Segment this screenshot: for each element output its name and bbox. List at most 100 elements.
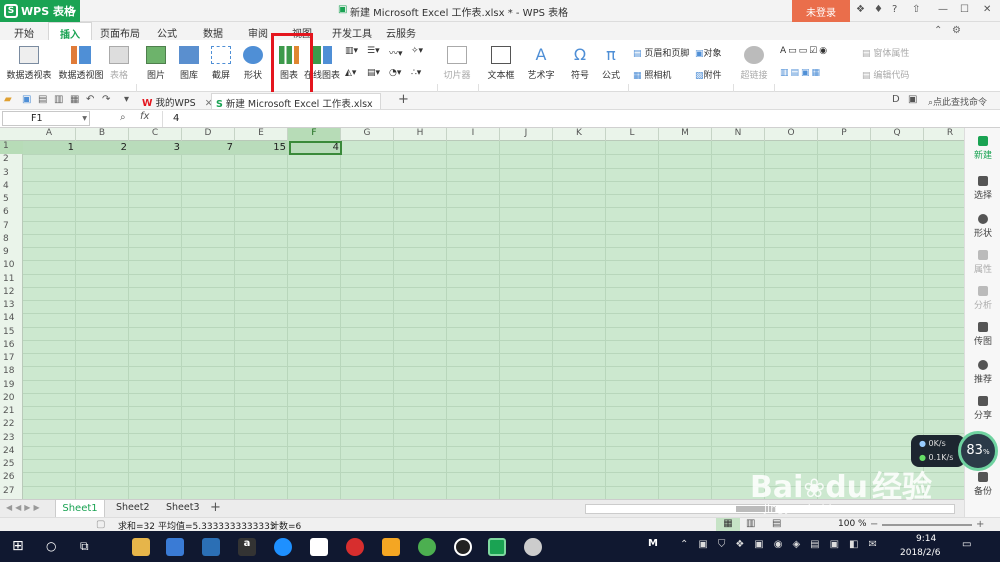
row-header-7[interactable]: 7: [0, 221, 23, 234]
tab-formulas[interactable]: 公式: [157, 25, 177, 40]
row-header-6[interactable]: 6: [0, 207, 23, 220]
tab-insert[interactable]: 插入: [48, 22, 92, 41]
row-header-10[interactable]: 10: [0, 260, 23, 273]
skin-icon[interactable]: ❖: [856, 4, 865, 15]
row-header-17[interactable]: 17: [0, 353, 23, 366]
doc-info-icon[interactable]: D: [892, 94, 900, 105]
tab-data[interactable]: 数据: [203, 25, 223, 40]
row-header-14[interactable]: 14: [0, 313, 23, 326]
sidebar-item-share[interactable]: 分享: [965, 396, 1000, 421]
object-button[interactable]: ▣对象: [695, 46, 722, 59]
task-view-icon[interactable]: ⧉: [80, 539, 89, 554]
sheet-tab-1[interactable]: Sheet1: [55, 500, 105, 517]
export-pdf-icon[interactable]: ▦: [70, 94, 79, 105]
cell-a1[interactable]: 1: [23, 142, 76, 154]
row-header-1[interactable]: 1: [0, 141, 23, 155]
new-tab-icon[interactable]: +: [398, 92, 409, 107]
sidebar-item-new[interactable]: 新建: [965, 136, 1000, 161]
selected-cell-f1[interactable]: [289, 141, 342, 155]
formula-button[interactable]: π 公式: [598, 46, 624, 82]
add-sheet-icon[interactable]: +: [210, 500, 221, 515]
cell-e1[interactable]: 15: [235, 142, 288, 154]
tab-page-layout[interactable]: 页面布局: [100, 25, 140, 40]
row-header-20[interactable]: 20: [0, 393, 23, 406]
column-header-p[interactable]: P: [818, 128, 871, 141]
column-header-e[interactable]: E: [235, 128, 288, 141]
wordart-button[interactable]: A 艺术字: [524, 46, 558, 82]
m-app-icon[interactable]: M: [648, 538, 658, 549]
column-header-m[interactable]: M: [659, 128, 712, 141]
row-header-26[interactable]: 26: [0, 472, 23, 485]
column-header-j[interactable]: J: [500, 128, 553, 141]
sidebar-item-recommend[interactable]: 推荐: [965, 360, 1000, 385]
row-header-25[interactable]: 25: [0, 459, 23, 472]
screenshot-button[interactable]: 截屏: [206, 46, 236, 81]
save-icon[interactable]: ▣: [22, 94, 31, 105]
column-header-f[interactable]: F: [288, 128, 341, 141]
row-header-9[interactable]: 9: [0, 247, 23, 260]
table-button[interactable]: 表格: [107, 46, 131, 81]
sidebar-item-properties[interactable]: 属性: [965, 250, 1000, 275]
slicer-button[interactable]: 切片器: [442, 46, 472, 81]
stock-chart-icon[interactable]: ▤▾: [367, 68, 380, 78]
row-header-15[interactable]: 15: [0, 327, 23, 340]
column-header-h[interactable]: H: [394, 128, 447, 141]
cell-d1[interactable]: 7: [182, 142, 235, 154]
row-header-18[interactable]: 18: [0, 366, 23, 379]
picture-button[interactable]: 图片: [142, 46, 170, 81]
print-icon[interactable]: ▤: [38, 94, 47, 105]
row-header-4[interactable]: 4: [0, 181, 23, 194]
search-command[interactable]: ⌕点此查找命令: [928, 95, 987, 108]
system-tray-icons[interactable]: ⌃▣⛉❖▣◉◈▤▣◧✉: [680, 539, 887, 550]
pie-chart-icon[interactable]: ◔▾: [389, 68, 401, 78]
tab-workbook[interactable]: S 新建 Microsoft Excel 工作表.xlsx * ✕: [211, 93, 381, 121]
insert-function-icon[interactable]: fx: [140, 111, 149, 122]
column-header-d[interactable]: D: [182, 128, 235, 141]
column-header-i[interactable]: I: [447, 128, 500, 141]
tab-cloud[interactable]: 云服务: [386, 25, 416, 40]
file-explorer-icon[interactable]: [132, 538, 150, 556]
notification-icon[interactable]: ▭: [962, 539, 971, 550]
cell-b1[interactable]: 2: [76, 142, 129, 154]
cortana-icon[interactable]: ○: [46, 539, 56, 553]
scatter-chart-icon[interactable]: ∴▾: [411, 68, 421, 78]
column-header-q[interactable]: Q: [871, 128, 924, 141]
windows-start-icon[interactable]: ⊞: [12, 538, 24, 554]
undo-icon[interactable]: ↶: [86, 94, 94, 105]
ie-icon[interactable]: [274, 538, 292, 556]
weibo-icon[interactable]: [346, 538, 364, 556]
row-header-2[interactable]: 2: [0, 154, 23, 167]
sidebar-item-shape[interactable]: 形状: [965, 214, 1000, 239]
qq-icon[interactable]: [454, 538, 472, 556]
row-header-22[interactable]: 22: [0, 419, 23, 432]
print-preview-icon[interactable]: ▥: [54, 94, 63, 105]
row-header-3[interactable]: 3: [0, 168, 23, 181]
close-icon[interactable]: ✕: [983, 4, 991, 15]
form-controls-row1[interactable]: A▭▭☑◉: [780, 46, 829, 56]
form-controls-row2[interactable]: ▥▤▣▦: [780, 68, 822, 78]
zoom-icon[interactable]: ⌕: [120, 112, 126, 123]
monitor-icon[interactable]: [202, 538, 220, 556]
bar-chart-icon[interactable]: ☰▾: [367, 46, 380, 56]
column-header-o[interactable]: O: [765, 128, 818, 141]
formula-input[interactable]: 4: [162, 111, 962, 127]
symbol-button[interactable]: Ω 符号: [567, 46, 593, 82]
row-header-21[interactable]: 21: [0, 406, 23, 419]
maximize-icon[interactable]: ☐: [960, 4, 969, 15]
column-header-k[interactable]: K: [553, 128, 606, 141]
row-header-16[interactable]: 16: [0, 340, 23, 353]
doc-save-icon[interactable]: ▣: [908, 94, 917, 105]
sidebar-item-select[interactable]: 选择: [965, 176, 1000, 201]
restore-window-icon[interactable]: ⇧: [912, 4, 920, 15]
row-header-12[interactable]: 12: [0, 287, 23, 300]
column-header-a[interactable]: A: [23, 128, 76, 141]
wps-app-menu-button[interactable]: S WPS 表格 ▾: [0, 0, 80, 22]
row-header-5[interactable]: 5: [0, 194, 23, 207]
wps-spreadsheet-icon[interactable]: [488, 538, 506, 556]
column-header-r[interactable]: R: [924, 128, 964, 141]
pivot-table-button[interactable]: 数据透视表: [6, 46, 52, 81]
shape-button[interactable]: 形状: [238, 46, 268, 81]
row-header-27[interactable]: 27: [0, 486, 23, 499]
column-header-b[interactable]: B: [76, 128, 129, 141]
line-chart-icon[interactable]: 〰▾: [389, 46, 403, 59]
